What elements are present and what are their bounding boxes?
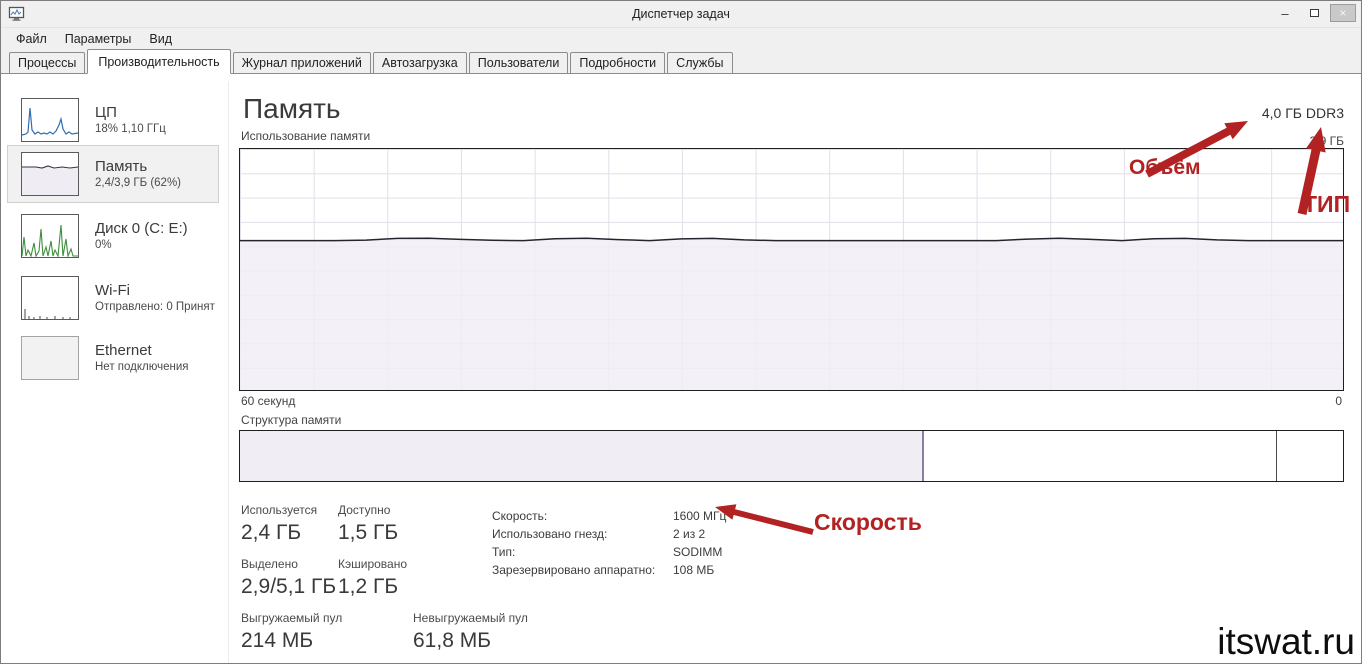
detail-hw-reserved-value: 108 МБ xyxy=(673,561,714,579)
sidebar-ethernet-subtitle: Нет подключения xyxy=(95,360,189,375)
memory-usage-chart xyxy=(239,148,1344,391)
cpu-sparkline-icon xyxy=(21,98,79,142)
window-title: Диспетчер задач xyxy=(1,7,1361,21)
stat-committed-label: Выделено xyxy=(241,557,338,571)
tab-performance[interactable]: Производительность xyxy=(87,49,230,74)
minimize-icon: – xyxy=(1281,6,1288,21)
title-bar[interactable]: Диспетчер задач – × xyxy=(1,1,1361,28)
stat-paged-pool-value: 214 МБ xyxy=(241,627,413,654)
composition-segment-standby xyxy=(924,431,1277,481)
detail-row-hw-reserved: Зарезервировано аппаратно: 108 МБ xyxy=(492,561,726,579)
sidebar-item-ethernet[interactable]: Ethernet Нет подключения xyxy=(7,329,219,387)
x-axis-left-label: 60 секунд xyxy=(241,394,295,408)
sidebar-divider xyxy=(228,81,229,663)
sidebar-item-cpu[interactable]: ЦП 18% 1,10 ГГц xyxy=(7,91,219,149)
ethernet-sparkline-icon xyxy=(21,336,79,380)
menu-bar: Файл Параметры Вид xyxy=(7,29,181,49)
tab-processes[interactable]: Процессы xyxy=(9,52,85,74)
detail-speed-label: Скорость: xyxy=(492,507,673,525)
annotation-type: ТИП xyxy=(1303,191,1350,218)
memory-sparkline-icon xyxy=(21,152,79,196)
memory-details: Скорость: 1600 МГц Использовано гнезд: 2… xyxy=(492,507,726,579)
memory-capacity-label: 4,0 ГБ DDR3 xyxy=(1262,105,1344,121)
composition-section-label: Структура памяти xyxy=(241,413,341,427)
usage-area-fill xyxy=(240,238,1343,390)
menu-options[interactable]: Параметры xyxy=(56,30,141,48)
detail-row-speed: Скорость: 1600 МГц xyxy=(492,507,726,525)
usage-section-label: Использование памяти xyxy=(241,129,370,143)
stat-available-label: Доступно xyxy=(338,503,398,517)
detail-row-slots: Использовано гнезд: 2 из 2 xyxy=(492,525,726,543)
speed-arrow-icon xyxy=(715,504,813,532)
close-icon: × xyxy=(1339,6,1346,20)
sidebar-ethernet-title: Ethernet xyxy=(95,341,189,360)
task-manager-window: Диспетчер задач – × Файл Параметры Вид П… xyxy=(0,0,1362,664)
sidebar-cpu-subtitle: 18% 1,10 ГГц xyxy=(95,122,166,137)
tab-users[interactable]: Пользователи xyxy=(469,52,569,74)
sidebar-cpu-title: ЦП xyxy=(95,103,166,122)
sidebar-memory-subtitle: 2,4/3,9 ГБ (62%) xyxy=(95,176,181,191)
stat-nonpaged-pool-label: Невыгружаемый пул xyxy=(413,611,528,625)
stat-paged-pool-label: Выгружаемый пул xyxy=(241,611,413,625)
annotation-volume: Объём xyxy=(1129,156,1201,180)
stat-in-use-value: 2,4 ГБ xyxy=(241,519,338,546)
x-axis-right-label: 0 xyxy=(1335,394,1342,408)
detail-form-factor-label: Тип: xyxy=(492,543,673,561)
stat-committed-value: 2,9/5,1 ГБ xyxy=(241,573,338,600)
detail-row-form-factor: Тип: SODIMM xyxy=(492,543,726,561)
sidebar-disk-title: Диск 0 (C: E:) xyxy=(95,219,188,238)
close-button[interactable]: × xyxy=(1330,4,1356,22)
sidebar-memory-title: Память xyxy=(95,157,181,176)
sidebar-wifi-subtitle: Отправлено: 0 Принят xyxy=(95,300,215,315)
tab-services[interactable]: Службы xyxy=(667,52,732,74)
detail-speed-value: 1600 МГц xyxy=(673,507,726,525)
maximize-button[interactable] xyxy=(1301,4,1327,22)
stats-row-3: Выгружаемый пул 214 МБ Невыгружаемый пул… xyxy=(241,611,711,654)
window-chrome: Диспетчер задач – × Файл Параметры Вид П… xyxy=(1,1,1361,74)
y-axis-max-label: 3,9 ГБ xyxy=(1310,134,1344,148)
page-title: Память xyxy=(243,93,341,125)
watermark: itswat.ru xyxy=(1217,621,1355,663)
memory-composition-bar xyxy=(239,430,1344,482)
composition-segment-free xyxy=(1277,431,1343,481)
detail-hw-reserved-label: Зарезервировано аппаратно: xyxy=(492,561,673,579)
menu-view[interactable]: Вид xyxy=(140,30,181,48)
maximize-icon xyxy=(1310,9,1319,17)
tab-details[interactable]: Подробности xyxy=(570,52,665,74)
tab-strip: Процессы Производительность Журнал прило… xyxy=(1,49,1361,74)
tab-app-history[interactable]: Журнал приложений xyxy=(233,52,371,74)
composition-segment-in-use xyxy=(240,431,924,481)
detail-slots-label: Использовано гнезд: xyxy=(492,525,673,543)
detail-form-factor-value: SODIMM xyxy=(673,543,722,561)
tab-startup[interactable]: Автозагрузка xyxy=(373,52,467,74)
sidebar-wifi-title: Wi-Fi xyxy=(95,281,215,300)
memory-usage-line xyxy=(240,149,1343,390)
detail-slots-value: 2 из 2 xyxy=(673,525,705,543)
wifi-sparkline-icon xyxy=(21,276,79,320)
annotation-speed: Скорость xyxy=(814,509,922,536)
disk-sparkline-icon xyxy=(21,214,79,258)
menu-file[interactable]: Файл xyxy=(7,30,56,48)
sidebar-item-memory[interactable]: Память 2,4/3,9 ГБ (62%) xyxy=(7,145,219,203)
stat-available-value: 1,5 ГБ xyxy=(338,519,398,546)
sidebar-item-wifi[interactable]: Wi-Fi Отправлено: 0 Принят xyxy=(7,269,219,327)
stat-cached-value: 1,2 ГБ xyxy=(338,573,407,600)
stat-nonpaged-pool-value: 61,8 МБ xyxy=(413,627,528,654)
minimize-button[interactable]: – xyxy=(1272,4,1298,22)
stat-cached-label: Кэшировано xyxy=(338,557,407,571)
sidebar-item-disk[interactable]: Диск 0 (C: E:) 0% xyxy=(7,207,219,265)
stat-in-use-label: Используется xyxy=(241,503,338,517)
sidebar-disk-subtitle: 0% xyxy=(95,238,188,253)
